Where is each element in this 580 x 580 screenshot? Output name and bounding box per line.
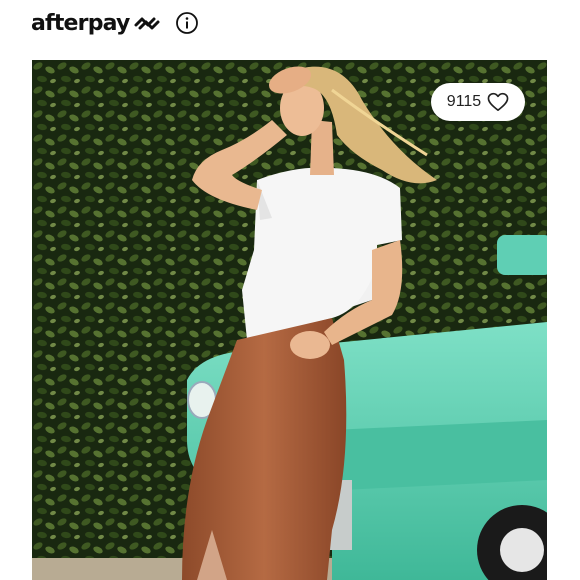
afterpay-logo: afterpay	[31, 6, 161, 40]
heart-outline-icon	[487, 92, 509, 111]
afterpay-banner: afterpay	[31, 6, 199, 40]
product-photo-illustration	[32, 60, 547, 580]
like-count: 9115	[446, 93, 482, 110]
listing-page: afterpay 9115	[0, 0, 580, 580]
afterpay-wordmark: afterpay	[31, 10, 130, 36]
info-icon[interactable]	[175, 11, 199, 35]
afterpay-arrows-icon	[134, 17, 160, 30]
product-photo[interactable]	[32, 60, 547, 580]
like-button[interactable]: 9115	[431, 83, 525, 121]
